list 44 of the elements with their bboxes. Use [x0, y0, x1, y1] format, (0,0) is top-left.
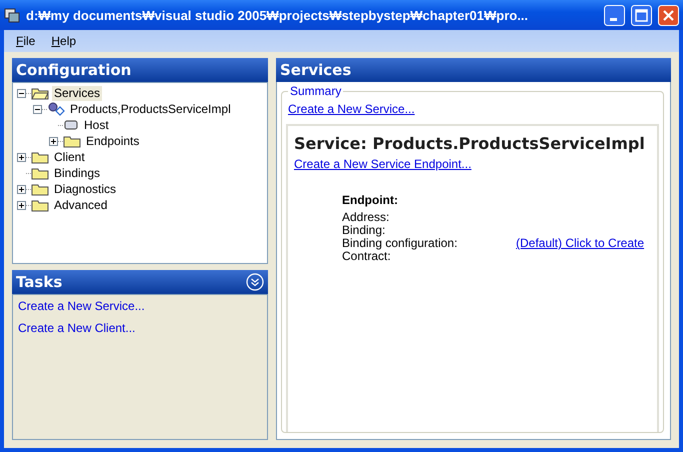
field-label: Binding: — [342, 224, 386, 237]
window-title: d:₩my documents₩visual studio 2005₩projects₩stepbystep₩chapter01₩pro... — [26, 8, 530, 22]
field-label: Binding configuration: — [342, 237, 458, 250]
menu-item[interactable]: Help — [45, 33, 82, 49]
create-link[interactable]: (Default) Click to Create — [516, 237, 644, 250]
folder-icon — [31, 166, 49, 180]
group-label: Summary — [289, 84, 342, 98]
app-icon — [4, 7, 20, 23]
panel-header: Services — [276, 58, 671, 82]
expand-icon[interactable] — [17, 152, 26, 162]
maximize-button[interactable] — [631, 4, 652, 26]
tree-item[interactable]: Client — [52, 150, 87, 164]
collapse-icon[interactable] — [17, 88, 26, 98]
folder-icon — [63, 134, 81, 148]
expand-icon[interactable] — [49, 136, 58, 146]
folder-icon — [31, 86, 49, 100]
minimize-button[interactable] — [604, 4, 625, 26]
tree-item[interactable]: Host — [82, 118, 111, 132]
field-label: Contract: — [342, 250, 391, 263]
tree-item[interactable]: Products,ProductsServiceImpl — [68, 102, 233, 116]
tree-item[interactable]: Bindings — [52, 166, 102, 180]
tree-item[interactable]: Services — [52, 86, 102, 100]
expand-icon[interactable] — [17, 200, 26, 210]
panel-header: Configuration — [12, 58, 268, 82]
gear-icon — [47, 101, 65, 117]
create-endpoint-link[interactable]: Create a New Service Endpoint... — [294, 157, 472, 171]
folder-icon — [31, 150, 49, 164]
panel-header: Tasks — [16, 273, 62, 291]
tree-item[interactable]: Endpoints — [84, 134, 142, 148]
expand-icon[interactable] — [17, 184, 26, 194]
host-icon — [63, 119, 79, 131]
create-service-link[interactable]: Create a New Service... — [288, 102, 415, 116]
close-button[interactable] — [658, 4, 679, 26]
endpoint-heading: Endpoint: — [342, 193, 399, 207]
folder-icon — [31, 198, 49, 212]
tree-item[interactable]: Advanced — [52, 198, 110, 212]
menu-item[interactable]: File — [10, 33, 42, 49]
collapse-icon[interactable] — [33, 104, 42, 114]
service-heading: Service: Products.ProductsServiceImpl — [294, 134, 646, 153]
folder-icon — [31, 182, 49, 196]
field-label: Address: — [342, 211, 390, 224]
tree-item[interactable]: Diagnostics — [52, 182, 118, 196]
task-link[interactable]: Create a New Service... — [18, 299, 145, 313]
task-link[interactable]: Create a New Client... — [18, 321, 136, 335]
